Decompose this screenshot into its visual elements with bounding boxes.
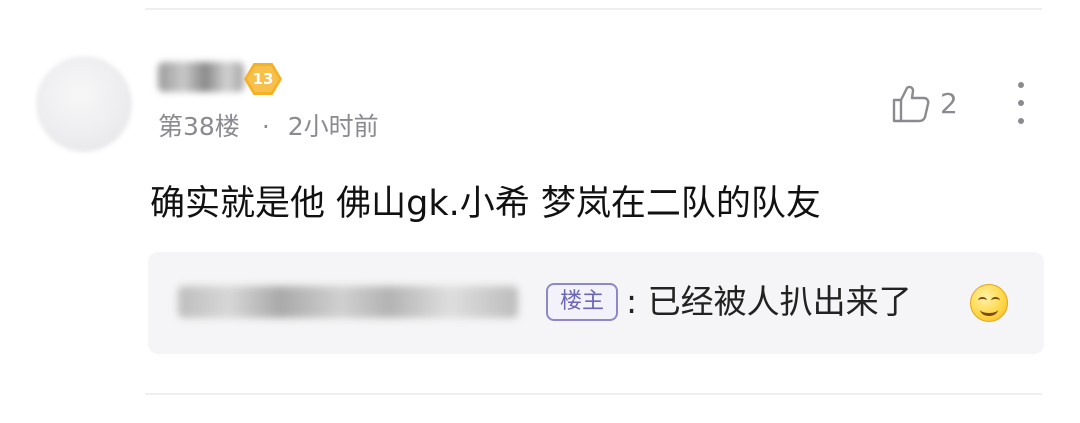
emoji-mouth: [980, 303, 998, 316]
post-meta: 第38楼 · 2小时前: [158, 109, 379, 145]
reply-preview[interactable]: 楼主 : 已经被人扒出来了: [148, 252, 1044, 354]
comment-text: 确实就是他 佛山gk.小希 梦岚在二队的队友: [150, 184, 821, 224]
smile-emoji-icon: [970, 284, 1008, 322]
more-options-button[interactable]: [1006, 82, 1036, 124]
level-number: 13: [252, 70, 274, 88]
like-button[interactable]: 2: [890, 80, 958, 128]
vertical-dots-icon-dot: [1018, 118, 1024, 124]
vertical-dots-icon: [1018, 82, 1024, 88]
reply-author-blurred[interactable]: [178, 286, 518, 318]
username-blurred[interactable]: [158, 62, 244, 92]
level-badge: 13: [242, 63, 286, 97]
vertical-dots-icon-dot: [1018, 100, 1024, 106]
post-time: 2小时前: [287, 112, 379, 141]
like-count: 2: [940, 87, 958, 120]
bottom-divider: [145, 393, 1042, 395]
owner-tag: 楼主: [546, 283, 619, 321]
avatar[interactable]: [36, 56, 132, 152]
comment-item: 13 第38楼 · 2小时前 2 确实就是他 佛山gk.小希 梦岚在二队的队友 楼主…: [0, 0, 1080, 423]
floor-number: 第38楼: [158, 112, 240, 141]
reply-text: : 已经被人扒出来了: [626, 282, 912, 321]
thumbs-up-outline-icon: [892, 85, 930, 123]
top-divider: [145, 8, 1042, 10]
meta-separator: ·: [261, 112, 270, 141]
